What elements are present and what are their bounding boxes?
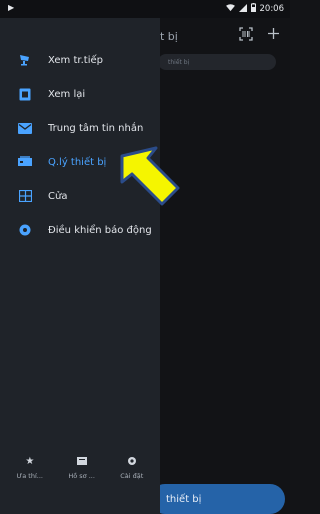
- add-device-button[interactable]: thiết bị: [150, 484, 285, 514]
- menu-item-playback[interactable]: Xem lại: [0, 80, 160, 108]
- status-time: 20:06: [259, 4, 285, 14]
- menu-label: Q.lý thiết bị: [48, 156, 107, 168]
- menu-label: Điều khiển báo động: [48, 224, 152, 236]
- menu-item-alarm-control[interactable]: Điều khiển báo động: [0, 216, 160, 244]
- pointer-arrow-icon: [120, 146, 180, 206]
- live-view-icon: [16, 54, 34, 66]
- folder-icon: [76, 456, 87, 468]
- wifi-icon: [225, 3, 235, 15]
- drawer-footer: ★ Ưa thí... Hồ sơ ... Cài đặt: [0, 456, 160, 506]
- alarm-icon: [16, 224, 34, 236]
- add-icon[interactable]: [267, 27, 280, 45]
- footer-label: Ưa thí...: [16, 472, 43, 480]
- message-icon: [16, 122, 34, 134]
- signal-icon: [238, 3, 247, 15]
- footer-label: Hồ sơ ...: [68, 472, 95, 480]
- playback-icon: [16, 88, 34, 101]
- footer-profile[interactable]: Hồ sơ ...: [68, 456, 95, 506]
- main-title: t bị: [160, 29, 178, 43]
- menu-label: Trung tâm tin nhắn: [48, 122, 144, 134]
- menu-label: Cửa: [48, 190, 68, 202]
- device-manage-icon: [16, 156, 34, 168]
- footer-settings[interactable]: Cài đặt: [120, 456, 143, 506]
- device-search-input[interactable]: thiết bị: [158, 54, 276, 70]
- star-icon: ★: [25, 456, 35, 467]
- gear-icon: [127, 456, 137, 468]
- navigation-drawer: Xem tr.tiếp Xem lại Trung tâm tin nhắn Q…: [0, 18, 160, 514]
- scan-icon[interactable]: [239, 27, 253, 45]
- footer-label: Cài đặt: [120, 472, 144, 480]
- menu-item-live-view[interactable]: Xem tr.tiếp: [0, 46, 160, 74]
- menu-item-message-center[interactable]: Trung tâm tin nhắn: [0, 114, 160, 142]
- play-notification-icon: ▶: [8, 3, 15, 12]
- battery-icon: [250, 3, 256, 15]
- menu-label: Xem lại: [48, 88, 86, 100]
- status-bar: ▶ 20:06: [0, 0, 290, 18]
- footer-favorites[interactable]: ★ Ưa thí...: [17, 456, 43, 506]
- door-icon: [16, 190, 34, 202]
- menu-label: Xem tr.tiếp: [48, 54, 103, 66]
- search-placeholder: thiết bị: [168, 58, 190, 66]
- add-device-label: thiết bị: [166, 493, 202, 505]
- main-header: t bị: [160, 18, 290, 54]
